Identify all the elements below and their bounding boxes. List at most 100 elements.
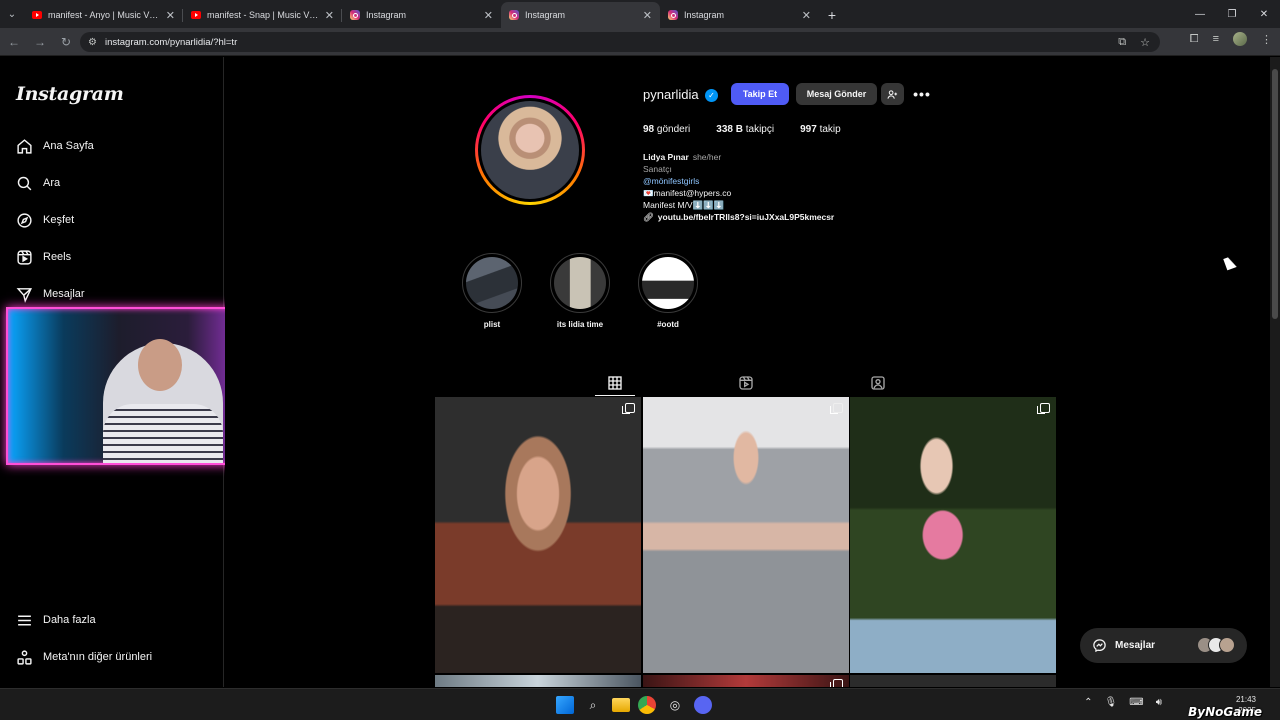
add-user-icon (887, 89, 898, 99)
browser-menu-icon[interactable]: ⋮ (1261, 33, 1272, 46)
new-tab-button[interactable]: + (819, 2, 845, 28)
story-highlight[interactable]: plist (462, 253, 522, 329)
chrome-icon[interactable] (638, 696, 656, 714)
posts-stat: 98 gönderi (643, 124, 691, 135)
nav-search[interactable]: Ara (16, 173, 60, 193)
suggested-users-button[interactable] (881, 83, 904, 105)
tab-search-icon[interactable]: ⌄ (0, 0, 24, 28)
close-window-icon[interactable]: ✕ (1248, 0, 1280, 28)
cast-icon[interactable]: ⧉ (1118, 36, 1126, 49)
close-tab-icon[interactable]: ✕ (325, 9, 334, 22)
recent-chat-avatars (1197, 637, 1235, 653)
media-controls-icon[interactable]: ≡ (1213, 33, 1219, 45)
post-thumbnail[interactable] (643, 397, 849, 673)
profile-picture-story-ring[interactable] (475, 95, 585, 205)
minimize-icon[interactable]: — (1184, 0, 1216, 28)
nav-label: Reels (43, 251, 72, 263)
posts-grid-tab-icon[interactable] (607, 375, 623, 391)
profile-stats: 98 gönderi 338 B takipçi 997 takip (643, 124, 841, 135)
send-message-button[interactable]: Mesaj Gönder (796, 83, 877, 105)
youtube-icon (32, 11, 42, 19)
followers-stat[interactable]: 338 B takipçi (716, 124, 774, 135)
story-highlight[interactable]: its lidia time (550, 253, 610, 329)
profile-main: pynarlidia ✓ Takip Et Mesaj Gönder ••• 9… (225, 57, 1270, 687)
instagram-logo[interactable]: Instagram (16, 83, 124, 105)
close-tab-icon[interactable]: ✕ (802, 9, 811, 22)
address-bar[interactable]: ⚙ instagram.com/pynarlidia/?hl=tr ⧉ ☆ (80, 32, 1160, 52)
volume-icon[interactable]: 🔊︎ (1156, 697, 1162, 708)
scrollbar-thumb[interactable] (1272, 69, 1278, 319)
tab-title: manifest - Anyo | Music Video (48, 10, 160, 20)
instagram-icon (350, 10, 360, 20)
network-icon[interactable]: ⌨ (1129, 697, 1143, 708)
carousel-icon (622, 403, 635, 414)
highlight-label: #ootd (657, 320, 679, 329)
post-thumbnail[interactable] (850, 397, 1056, 673)
restore-icon[interactable]: ❐ (1216, 0, 1248, 28)
instagram-icon (509, 10, 519, 20)
post-thumbnail[interactable] (435, 397, 641, 673)
forward-icon[interactable]: → (28, 30, 52, 54)
url-text[interactable]: instagram.com/pynarlidia/?hl=tr (105, 37, 237, 48)
tagged-tab-icon[interactable] (870, 375, 886, 391)
highlight-cover (554, 257, 606, 309)
browser-tab-active[interactable]: Instagram ✕ (501, 2, 660, 28)
reels-tab-icon[interactable] (738, 375, 754, 391)
discord-icon[interactable] (694, 696, 712, 714)
tab-title: Instagram (684, 10, 725, 20)
bio-category: Sanatçı (643, 164, 672, 174)
nav-label: Keşfet (43, 214, 75, 226)
active-tab-indicator (595, 395, 635, 396)
bio-external-link[interactable]: 🔗︎ youtu.be/fbelrTRlls8?si=iuJXxaL9P5kmec… (643, 211, 834, 223)
story-highlight[interactable]: #ootd (638, 253, 698, 329)
nav-home[interactable]: Ana Sayfa (16, 136, 94, 156)
app-icon[interactable]: ◎ (664, 694, 686, 716)
window-controls: — ❐ ✕ (1184, 0, 1280, 28)
extensions-icon[interactable]: ⧠ (1190, 33, 1199, 46)
tray-expand-icon[interactable]: ⌃ (1084, 697, 1092, 708)
browser-tab[interactable]: manifest - Snap | Music Video ✕ (183, 2, 342, 28)
nav-meta-products[interactable]: Meta'nın diğer ürünleri (16, 647, 152, 667)
clock-time: 21:43 (1235, 695, 1256, 704)
page-scrollbar[interactable] (1270, 57, 1280, 687)
follow-button[interactable]: Takip Et (731, 83, 789, 105)
instagram-icon (668, 10, 678, 20)
browser-toolbar: ← → ↻ ⚙ instagram.com/pynarlidia/?hl=tr … (0, 28, 1280, 56)
site-info-icon[interactable]: ⚙ (88, 37, 97, 48)
microphone-icon[interactable]: 🎙︎ (1105, 697, 1118, 708)
browser-tab[interactable]: Instagram ✕ (660, 2, 819, 28)
bookmark-star-icon[interactable]: ☆ (1140, 36, 1150, 49)
menu-icon (18, 615, 31, 625)
post-thumbnail[interactable] (435, 675, 641, 687)
post-thumbnail[interactable] (643, 675, 849, 687)
browser-tab[interactable]: manifest - Anyo | Music Video ✕ (24, 2, 183, 28)
messages-floating-button[interactable]: Mesajlar (1080, 628, 1247, 663)
following-stat[interactable]: 997 takip (800, 124, 841, 135)
nav-explore[interactable]: Keşfet (16, 210, 74, 230)
reload-icon[interactable]: ↻ (54, 30, 78, 54)
close-tab-icon[interactable]: ✕ (484, 9, 493, 22)
nav-messages[interactable]: Mesajlar (16, 284, 85, 304)
bio-pronouns: she/her (692, 152, 722, 162)
link-icon: 🔗︎ (643, 212, 654, 222)
close-tab-icon[interactable]: ✕ (166, 9, 175, 22)
back-icon[interactable]: ← (2, 30, 26, 54)
post-thumbnail[interactable] (850, 675, 1056, 687)
messages-icon (16, 287, 32, 303)
taskbar-search-icon[interactable]: ⌕ (582, 694, 604, 716)
nav-reels[interactable]: Reels (16, 247, 71, 267)
more-options-icon[interactable]: ••• (911, 83, 933, 105)
file-explorer-icon[interactable] (612, 698, 630, 712)
close-tab-icon[interactable]: ✕ (643, 9, 652, 22)
windows-start-icon[interactable] (556, 696, 574, 714)
nav-label: Daha fazla (43, 614, 96, 626)
youtube-icon (191, 11, 201, 19)
browser-tab[interactable]: Instagram ✕ (342, 2, 501, 28)
nav-label: Mesajlar (43, 288, 85, 300)
system-tray: ⌃ 🎙︎ ⌨ 🔊︎ (1084, 697, 1162, 708)
nav-more[interactable]: Daha fazla (16, 610, 96, 630)
bio-mention-link[interactable]: @mönifestgirls (643, 175, 834, 187)
profile-content-tabs (435, 367, 1057, 397)
avatar (1219, 637, 1235, 653)
browser-profile-avatar[interactable] (1233, 32, 1247, 46)
